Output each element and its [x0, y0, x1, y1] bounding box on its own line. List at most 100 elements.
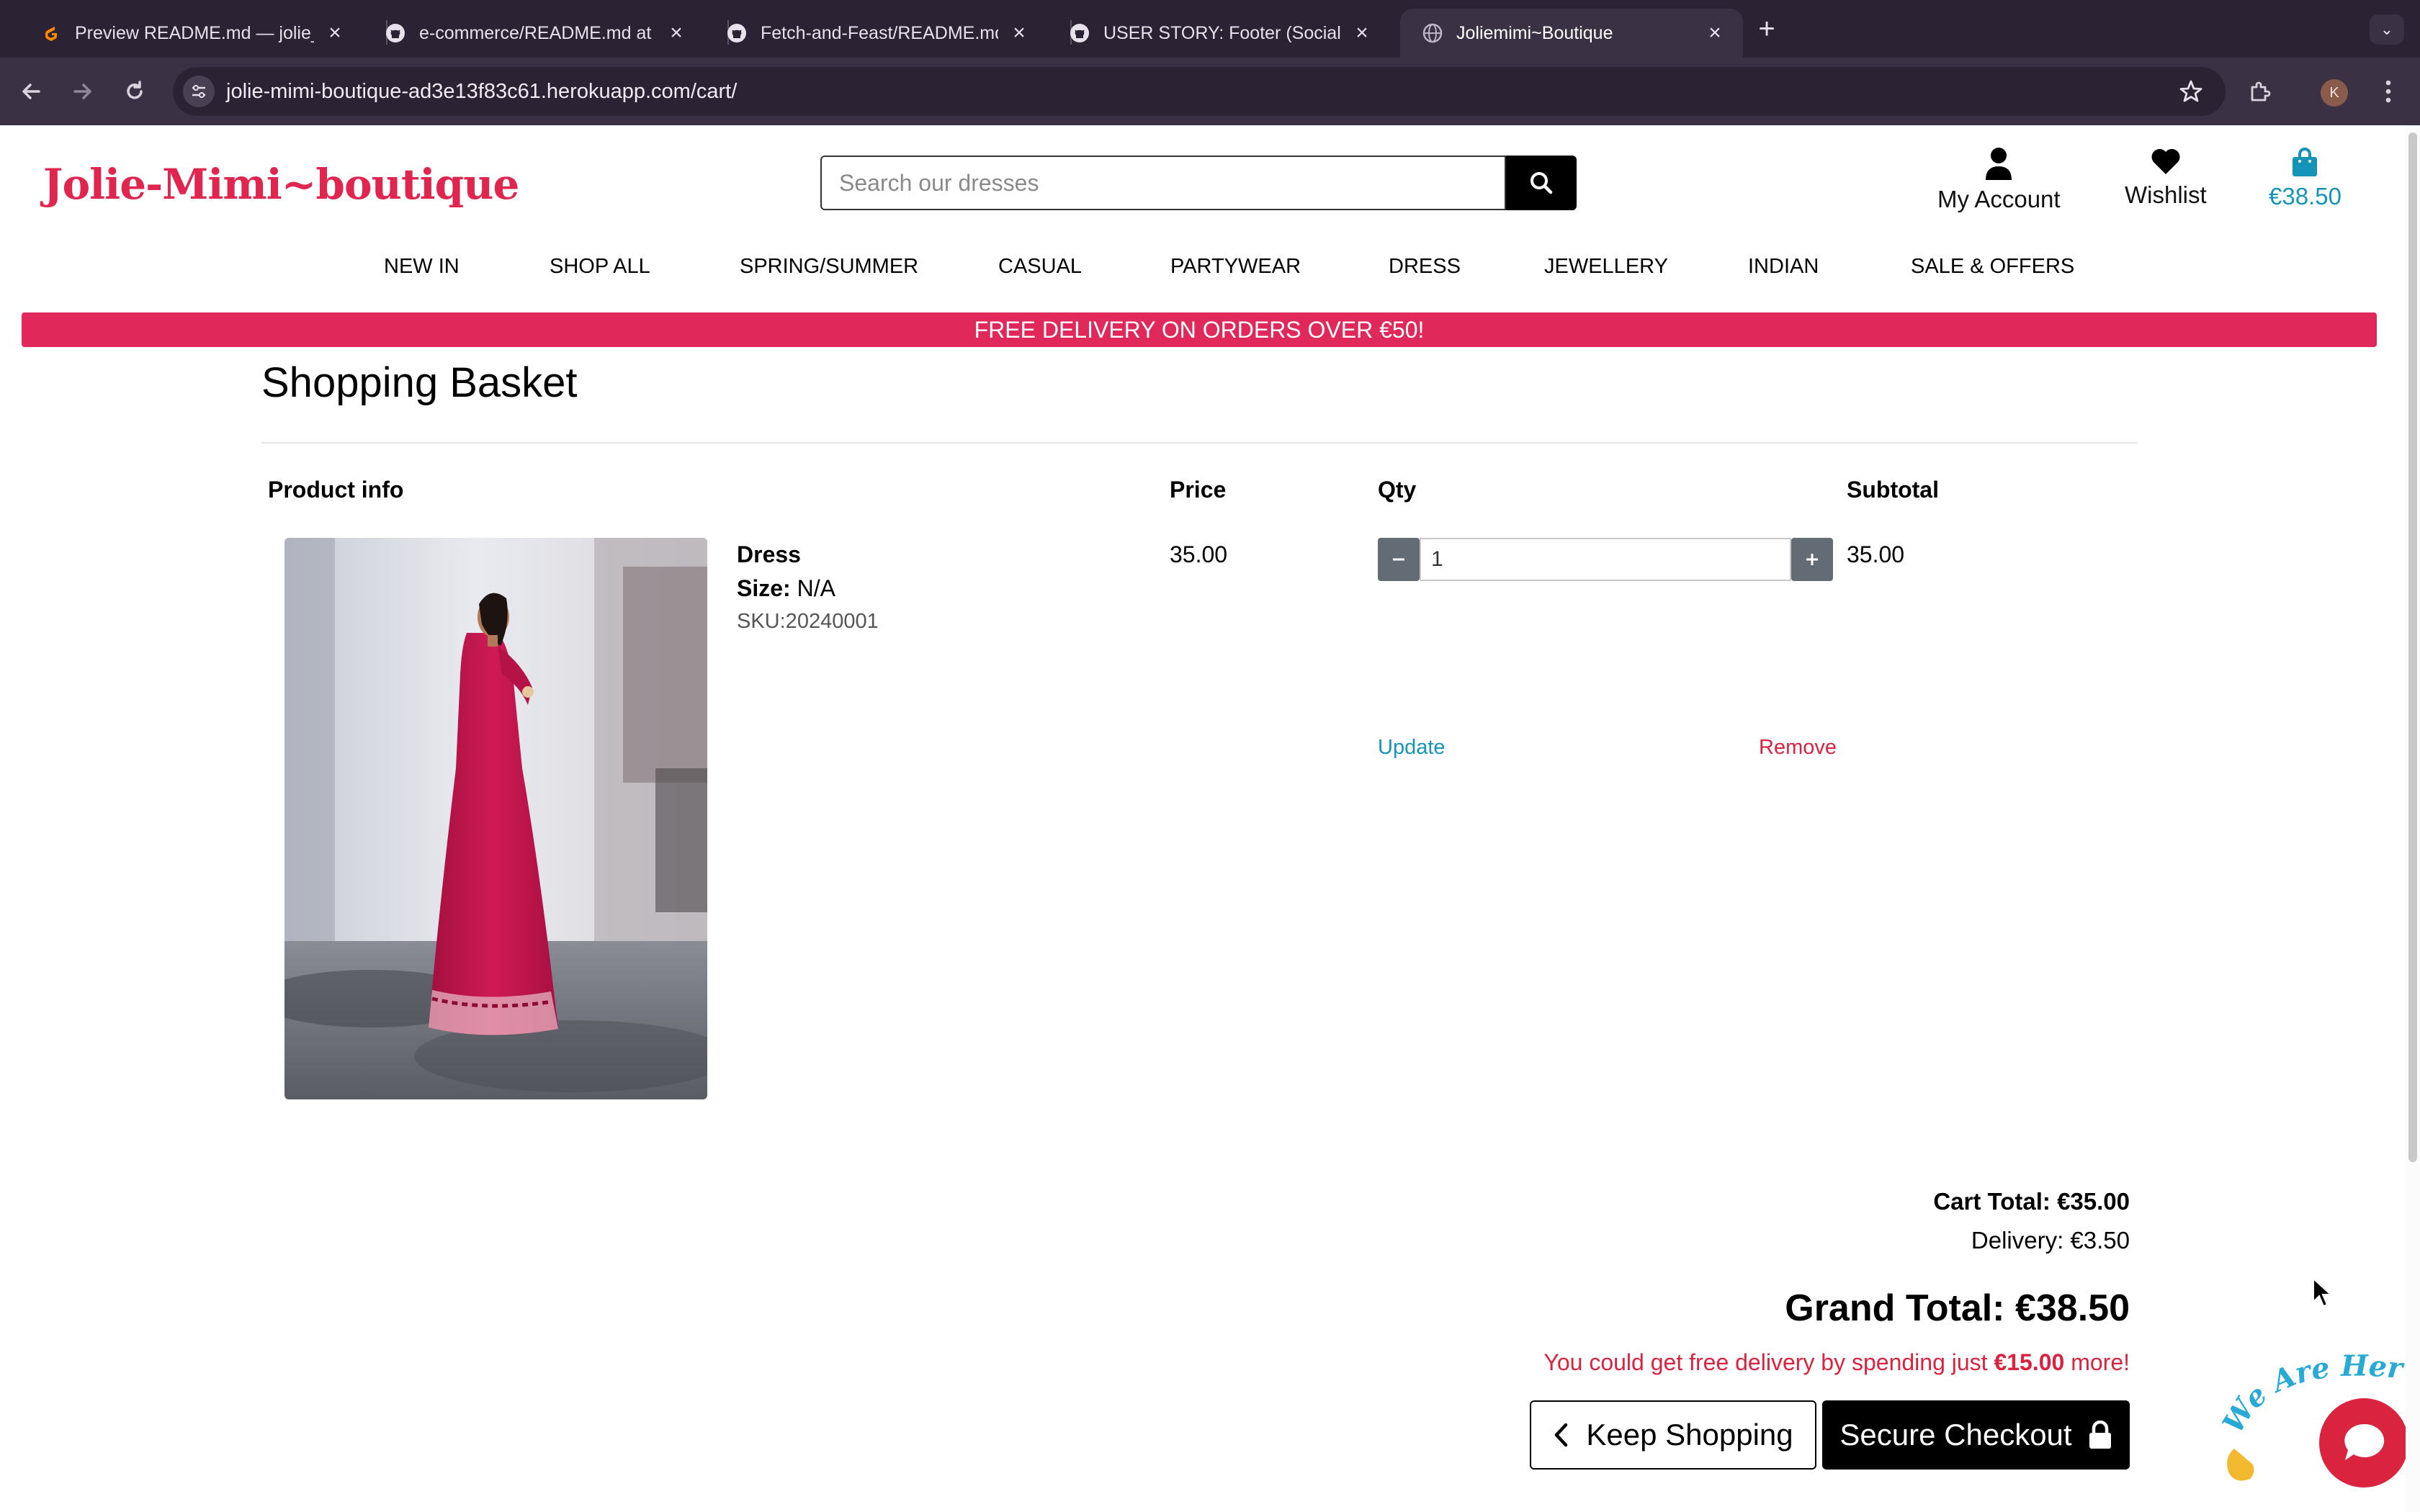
github-icon: [726, 22, 748, 44]
site-logo[interactable]: Jolie-Mimi~boutique: [43, 160, 519, 209]
bookmark-star-icon[interactable]: [2177, 77, 2205, 106]
reload-button[interactable]: [117, 73, 153, 109]
minus-icon: [1393, 558, 1404, 561]
mouse-cursor-icon: [2313, 1277, 2333, 1308]
browser-tab[interactable]: e-commerce/README.md at m ×: [363, 9, 704, 58]
free-delivery-amount: €15.00: [1994, 1349, 2065, 1375]
wishlist-link[interactable]: Wishlist: [2125, 147, 2207, 209]
chat-widget[interactable]: We Are Here!: [2218, 1349, 2406, 1512]
browser-toolbar: jolie-mimi-boutique-ad3e13f83c61.herokua…: [0, 58, 2420, 125]
browser-menu-icon[interactable]: [2374, 73, 2403, 109]
search-input[interactable]: [820, 156, 1506, 210]
lock-icon: [2089, 1421, 2111, 1449]
free-delivery-banner: FREE DELIVERY ON ORDERS OVER €50!: [22, 312, 2377, 347]
my-account-link[interactable]: My Account: [1937, 147, 2061, 213]
item-subtotal: 35.00: [1847, 541, 1905, 567]
browser-tab[interactable]: USER STORY: Footer (Social, ×: [1047, 9, 1390, 58]
reload-icon: [127, 81, 143, 99]
tab-title: USER STORY: Footer (Social,: [1103, 22, 1341, 43]
user-icon: [1986, 148, 2012, 180]
page-scrollbar[interactable]: [2406, 125, 2420, 1512]
github-icon: [385, 22, 406, 44]
browser-tab[interactable]: Fetch-and-Feast/README.md ×: [704, 9, 1047, 58]
profile-avatar[interactable]: K: [2321, 79, 2348, 107]
site-info-icon[interactable]: [183, 76, 215, 107]
nav-jewellery[interactable]: JEWELLERY: [1544, 255, 1668, 279]
waving-hand-icon: [2227, 1449, 2254, 1481]
decrement-qty-button[interactable]: [1378, 538, 1420, 581]
nav-spring-summer[interactable]: SPRING/SUMMER: [740, 255, 918, 279]
free-delivery-suffix: more!: [2064, 1349, 2130, 1375]
browser-tab-strip: Preview README.md — jolie_ × e-commerce/…: [0, 0, 2420, 58]
divider: [261, 442, 2137, 444]
tab-title: Fetch-and-Feast/README.md: [761, 22, 998, 43]
tab-search-button[interactable]: ⌄: [2370, 14, 2404, 45]
main-navigation: NEW IN SHOP ALL SPRING/SUMMER CASUAL PAR…: [0, 255, 2406, 284]
heart-icon: [2151, 148, 2180, 174]
column-header-price: Price: [1170, 477, 1227, 503]
browser-tab-active[interactable]: Joliemimi~Boutique ×: [1400, 9, 1743, 58]
basket-link[interactable]: €38.50: [2269, 147, 2341, 210]
close-tab-icon[interactable]: ×: [1704, 21, 1726, 45]
column-header-subtotal: Subtotal: [1847, 477, 1939, 503]
product-image[interactable]: [284, 538, 707, 1099]
plus-icon: [1806, 554, 1818, 565]
product-sku: SKU:20240001: [737, 610, 879, 633]
nav-new-in[interactable]: NEW IN: [384, 255, 460, 279]
close-tab-icon[interactable]: ×: [1351, 21, 1373, 45]
column-header-qty: Qty: [1378, 477, 1417, 503]
basket-total: €38.50: [2269, 183, 2341, 210]
forward-arrow-icon: [73, 84, 91, 99]
page-title: Shopping Basket: [261, 359, 578, 406]
quantity-input[interactable]: [1420, 538, 1791, 581]
browser-tab[interactable]: Preview README.md — jolie_ ×: [19, 9, 363, 58]
column-header-product: Product info: [268, 477, 404, 503]
close-tab-icon[interactable]: ×: [666, 21, 687, 45]
github-icon: [1069, 22, 1090, 44]
size-value: N/A: [797, 575, 835, 601]
extensions-puzzle-icon[interactable]: [2241, 73, 2277, 109]
wishlist-label: Wishlist: [2125, 181, 2207, 208]
url-text: jolie-mimi-boutique-ad3e13f83c61.herokua…: [226, 80, 738, 103]
nav-partywear[interactable]: PARTYWEAR: [1170, 255, 1301, 279]
page-viewport: Jolie-Mimi~boutique My Account Wishlist …: [0, 125, 2406, 1512]
search-button[interactable]: [1506, 156, 1577, 210]
free-delivery-message: You could get free delivery by spending …: [1543, 1349, 2130, 1376]
nav-indian[interactable]: INDIAN: [1748, 255, 1819, 279]
gitpod-icon: [40, 22, 62, 44]
grand-total: Grand Total: €38.50: [1785, 1287, 2130, 1329]
tab-title: e-commerce/README.md at m: [419, 22, 655, 43]
tab-title: Preview README.md — jolie_: [75, 22, 314, 43]
shopping-bag-icon: [2293, 148, 2318, 176]
address-bar[interactable]: jolie-mimi-boutique-ad3e13f83c61.herokua…: [173, 67, 2226, 116]
nav-dress[interactable]: DRESS: [1389, 255, 1461, 279]
tab-title: Joliemimi~Boutique: [1456, 22, 1613, 43]
nav-shop-all[interactable]: SHOP ALL: [550, 255, 650, 279]
item-price: 35.00: [1170, 541, 1228, 567]
nav-sale-offers[interactable]: SALE & OFFERS: [1911, 255, 2074, 279]
update-link[interactable]: Update: [1378, 736, 1446, 760]
free-delivery-prefix: You could get free delivery by spending …: [1543, 1349, 1994, 1375]
size-label: Size:: [737, 575, 791, 601]
product-size: Size: N/A: [737, 575, 835, 602]
scrollbar-thumb[interactable]: [2408, 132, 2417, 1162]
nav-casual[interactable]: CASUAL: [998, 255, 1082, 279]
chat-button[interactable]: [2319, 1398, 2406, 1488]
product-name[interactable]: Dress: [737, 541, 801, 568]
close-tab-icon[interactable]: ×: [324, 21, 346, 45]
secure-checkout-label: Secure Checkout: [1839, 1418, 2072, 1452]
remove-link[interactable]: Remove: [1759, 736, 1837, 760]
secure-checkout-button[interactable]: Secure Checkout: [1822, 1400, 2130, 1470]
my-account-label: My Account: [1937, 186, 2061, 212]
forward-button[interactable]: [65, 73, 101, 109]
back-arrow-icon: [22, 84, 40, 99]
globe-icon: [1422, 22, 1443, 44]
delivery-cost: Delivery: €3.50: [1971, 1227, 2130, 1254]
keep-shopping-button[interactable]: Keep Shopping: [1530, 1400, 1816, 1470]
new-tab-button[interactable]: +: [1749, 13, 1785, 45]
chat-bubble-icon: [2344, 1423, 2385, 1460]
back-button[interactable]: [13, 73, 49, 109]
increment-qty-button[interactable]: [1791, 538, 1833, 581]
close-tab-icon[interactable]: ×: [1008, 21, 1030, 45]
keep-shopping-label: Keep Shopping: [1586, 1418, 1793, 1452]
